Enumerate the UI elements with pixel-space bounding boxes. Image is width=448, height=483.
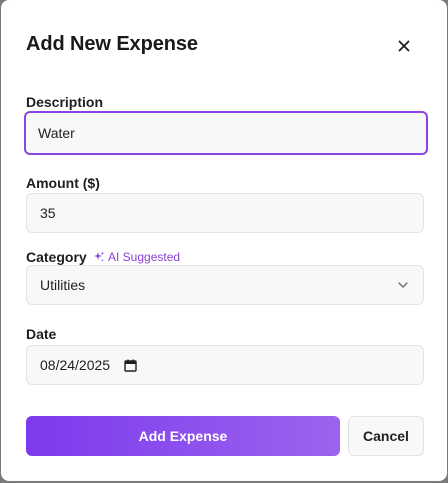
description-label: Description <box>26 94 104 110</box>
cancel-button[interactable]: Cancel <box>348 416 424 456</box>
description-input[interactable]: Water <box>24 111 428 155</box>
date-label: Date <box>26 326 57 342</box>
add-expense-button[interactable]: Add Expense <box>26 416 340 456</box>
ai-suggested-label: AI Suggested <box>108 250 181 264</box>
chevron-down-icon <box>398 282 408 288</box>
calendar-icon <box>124 359 137 372</box>
category-label: Category <box>26 249 87 265</box>
date-value: 08/24/2025 <box>40 357 111 373</box>
amount-input[interactable]: 35 <box>26 193 424 233</box>
add-expense-dialog: Add New Expense Description Water Amount… <box>1 0 447 481</box>
ai-suggested-badge: AI Suggested <box>93 250 180 264</box>
category-select[interactable]: Utilities <box>26 265 424 305</box>
date-input[interactable]: 08/24/2025 <box>26 345 424 385</box>
close-button[interactable] <box>393 35 415 57</box>
category-value: Utilities <box>40 277 86 293</box>
amount-value: 35 <box>40 205 56 221</box>
description-value: Water <box>38 125 75 141</box>
amount-label: Amount ($) <box>26 175 100 191</box>
close-icon <box>398 40 410 52</box>
calendar-button[interactable] <box>124 359 137 372</box>
dialog-title: Add New Expense <box>26 33 198 55</box>
sparkle-icon <box>94 251 104 262</box>
